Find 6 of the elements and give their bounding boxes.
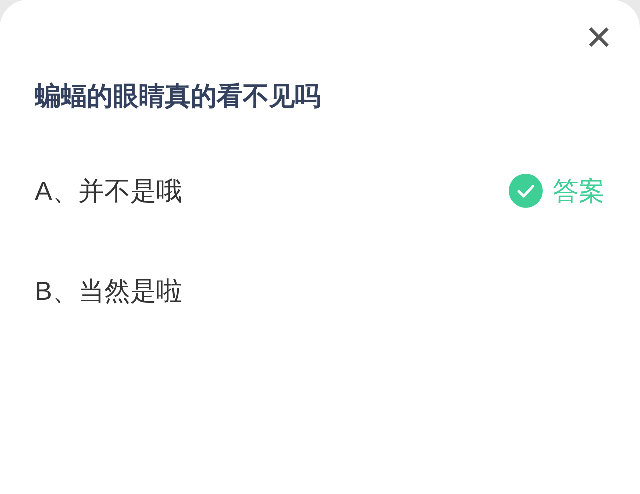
check-circle-icon — [509, 174, 543, 208]
answer-label: 答案 — [553, 175, 605, 208]
option-text[interactable]: B、当然是啦 — [35, 273, 182, 309]
option-text[interactable]: A、并不是哦 — [35, 173, 182, 209]
question-title: 蝙蝠的眼睛真的看不见吗 — [35, 80, 322, 113]
close-button[interactable]: × — [586, 16, 612, 60]
